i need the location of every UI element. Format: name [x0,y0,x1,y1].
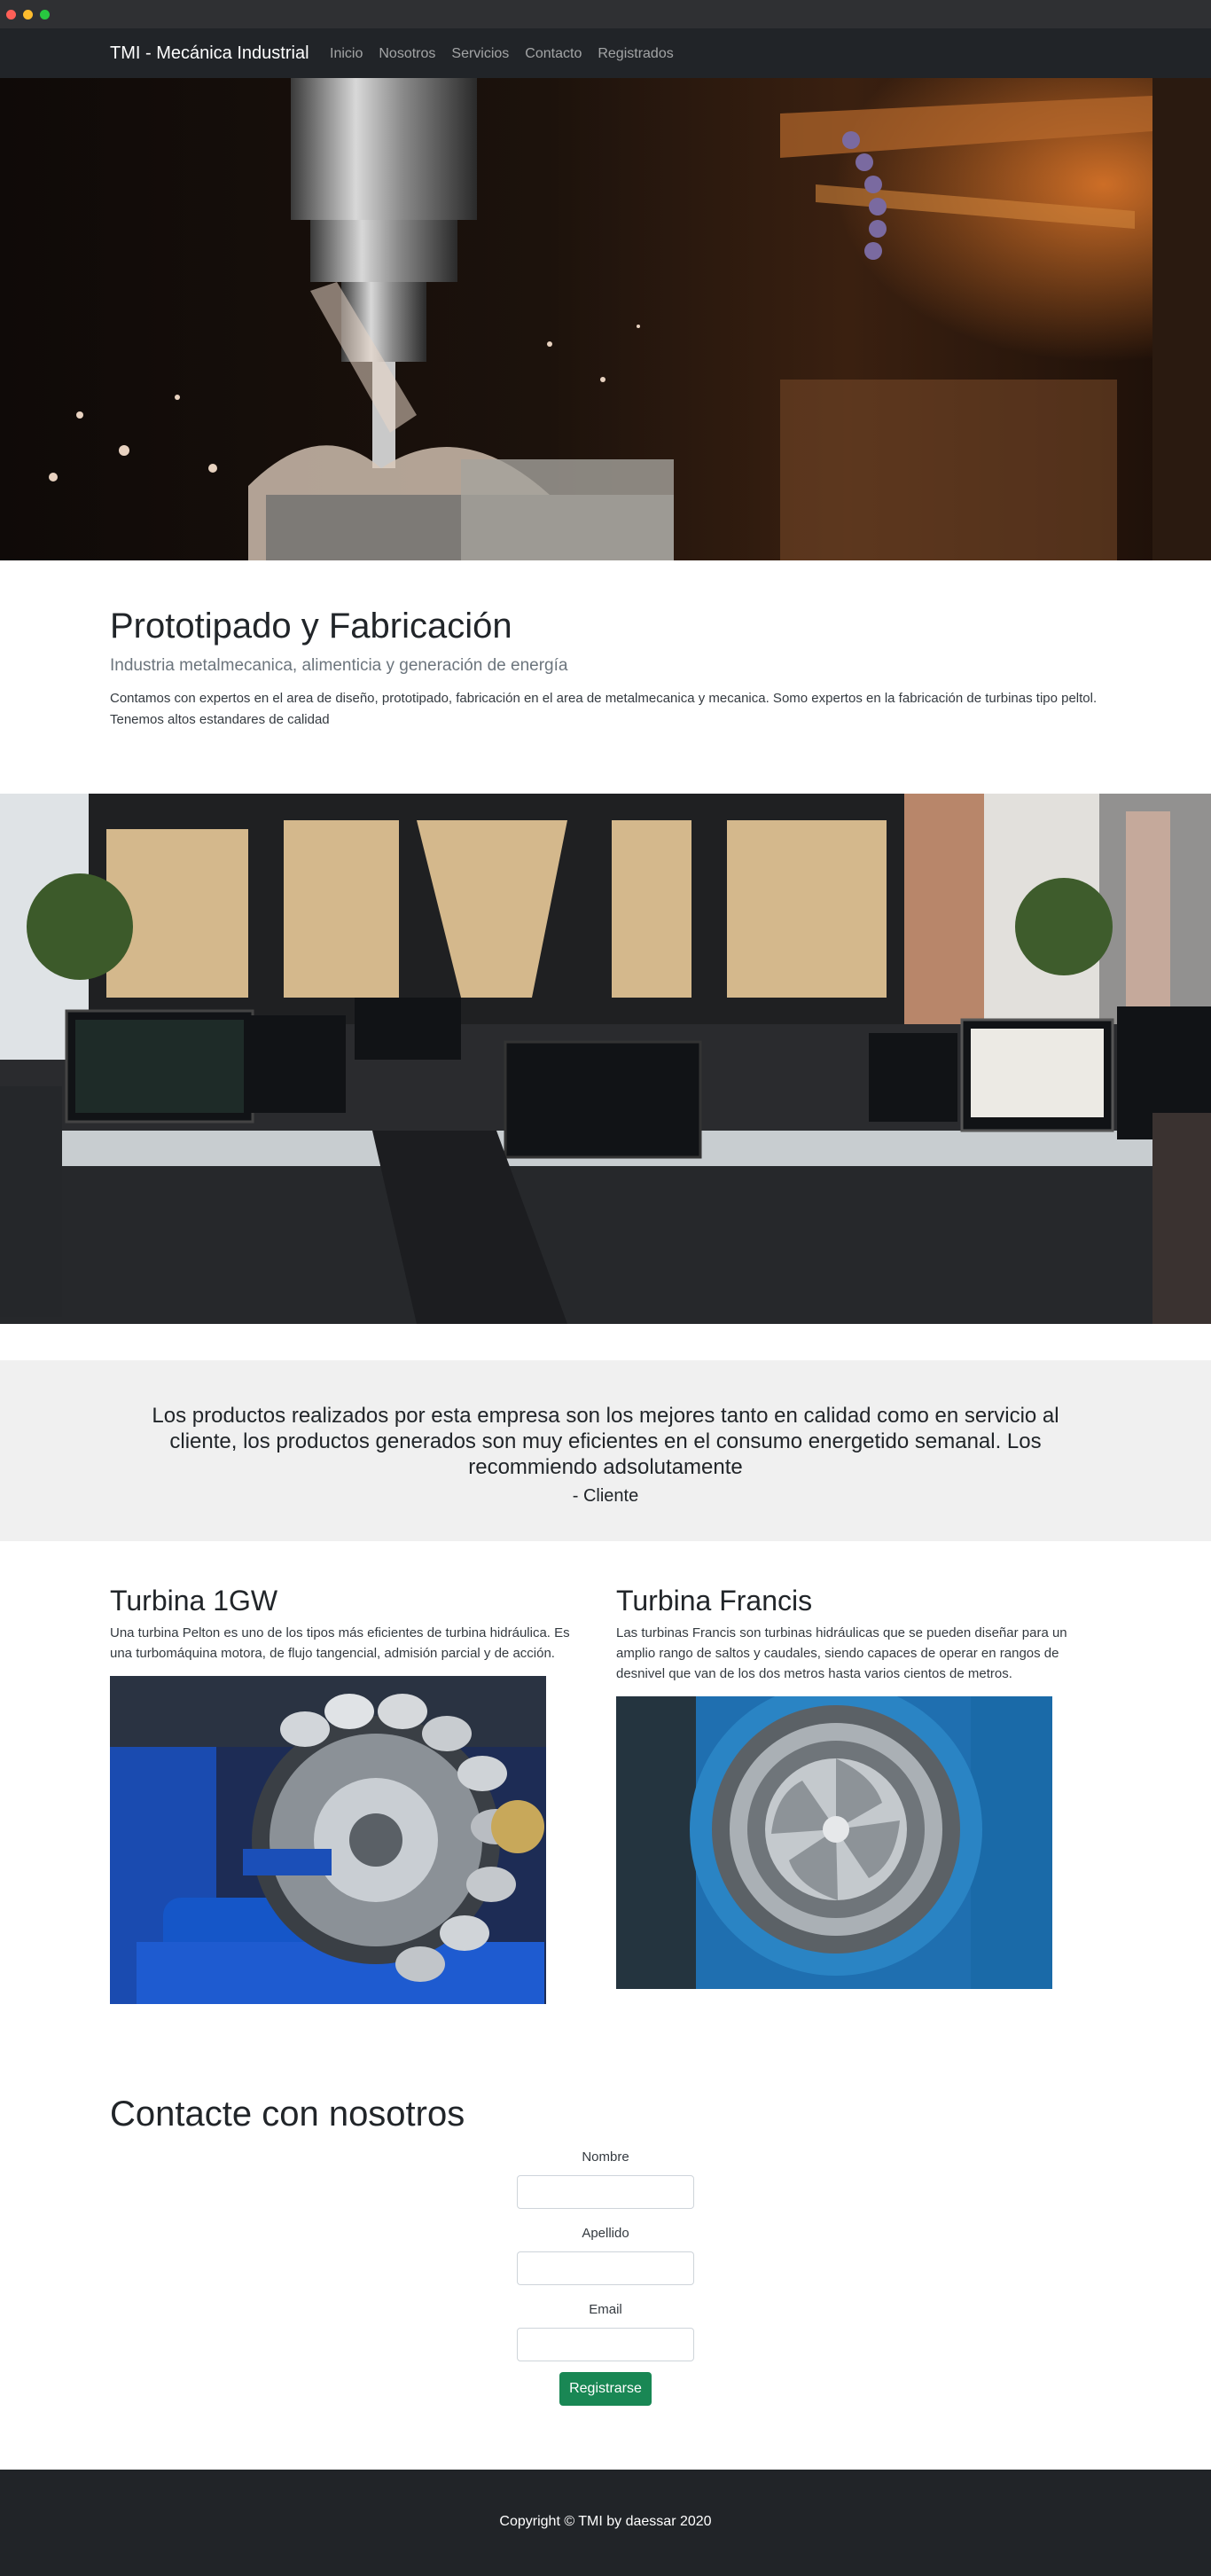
product-title: Turbina Francis [616,1585,813,1617]
intro-body: Contamos con expertos en el area de dise… [110,691,1098,727]
hero-cnc-image [0,78,1211,560]
brand-link[interactable]: TMI - Mecánica Industrial [110,43,309,64]
apellido-input[interactable] [517,2251,694,2285]
nombre-label: Nombre [582,2149,629,2165]
footer: Copyright © TMI by daessar 2020 [0,2470,1211,2576]
maximize-window-icon[interactable] [40,10,50,20]
email-label: Email [589,2302,622,2317]
testimonial-author: - Cliente [572,1486,639,1506]
form-group-nombre: Nombre [517,2149,694,2209]
form-group-apellido: Apellido [517,2225,694,2285]
testimonial-quote: Los productos realizados por esta empres… [152,1404,1059,1479]
francis-turbine-image [616,1696,1052,1993]
form-group-email: Email [517,2301,694,2361]
product-card-turbina-francis: Turbina Francis Las turbinas Francis son… [616,1584,1077,1993]
nav-link-nosotros[interactable]: Nosotros [379,44,435,64]
minimize-window-icon[interactable] [23,10,33,20]
pelton-turbine-image [110,1676,546,2008]
nav-link-contacto[interactable]: Contacto [525,44,582,64]
product-description: Las turbinas Francis son turbinas hidráu… [616,1625,1067,1681]
apellido-label: Apellido [582,2226,629,2241]
close-window-icon[interactable] [6,10,16,20]
nav-links: Inicio Nosotros Servicios Contacto Regis… [330,44,690,64]
testimonial-section: Los productos realizados por esta empres… [0,1360,1211,1541]
product-card-turbina-1gw: Turbina 1GW Una turbina Pelton es uno de… [110,1584,571,2008]
intro-lead: Industria metalmecanica, alimenticia y g… [110,656,568,675]
nav-link-servicios[interactable]: Servicios [451,44,509,64]
intro-section: Prototipado y Fabricación Industria meta… [110,605,1103,731]
nav-link-inicio[interactable]: Inicio [330,44,363,64]
office-image [0,794,1211,1324]
nombre-input[interactable] [517,2175,694,2209]
register-button[interactable]: Registrarse [559,2372,652,2406]
product-title: Turbina 1GW [110,1585,278,1617]
intro-title: Prototipado y Fabricación [110,607,512,646]
window-titlebar [0,0,1211,28]
product-description: Una turbina Pelton es uno de los tipos m… [110,1625,570,1661]
nav-link-registrados[interactable]: Registrados [598,44,673,64]
email-input[interactable] [517,2328,694,2361]
navbar: TMI - Mecánica Industrial Inicio Nosotro… [0,28,1211,78]
footer-copyright: Copyright © TMI by daessar 2020 [499,2514,712,2529]
contact-title: Contacte con nosotros [110,2094,465,2134]
